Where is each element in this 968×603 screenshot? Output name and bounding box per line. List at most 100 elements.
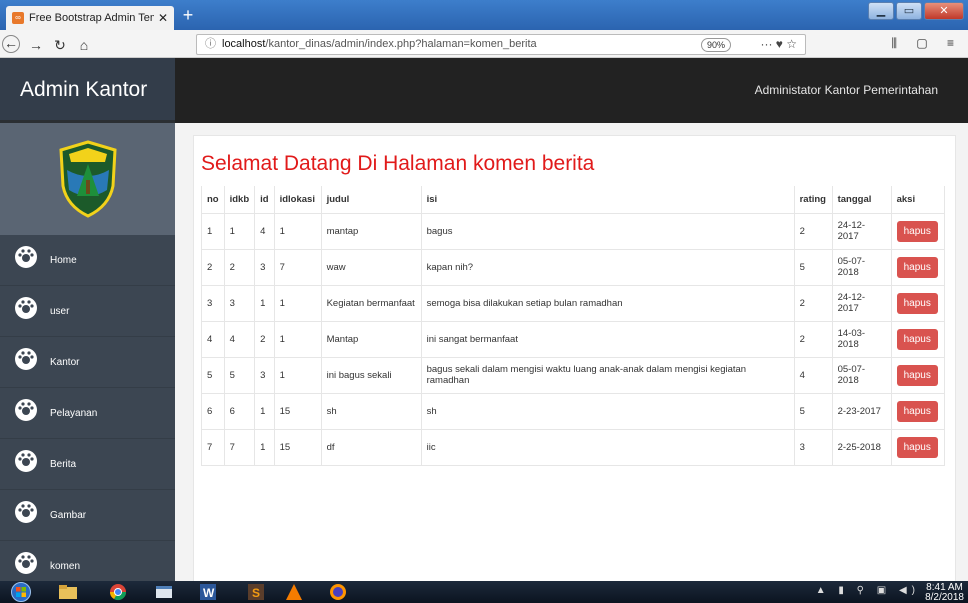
cell-judul: waw xyxy=(320,248,422,286)
hapus-button[interactable]: hapus xyxy=(896,328,938,350)
cell-aksi: hapus xyxy=(890,212,945,250)
cell-tanggal: 2-25-2018 xyxy=(831,428,892,466)
word-icon: W xyxy=(200,584,216,600)
new-tab-button[interactable]: + xyxy=(178,6,198,26)
sidebar-item-label: Gambar xyxy=(50,509,87,521)
taskbar-word[interactable]: W xyxy=(190,582,226,602)
column-header: id xyxy=(254,186,275,214)
sidebar-item-komen[interactable]: komen xyxy=(0,541,175,581)
taskbar-firefox[interactable] xyxy=(320,582,356,602)
window-close-button[interactable]: ✕ xyxy=(924,2,964,20)
page-actions-icons[interactable]: ··· ♥ ☆ xyxy=(760,35,797,54)
reload-button[interactable]: ↻ xyxy=(50,35,70,55)
sidebar-item-label: Berita xyxy=(50,458,77,470)
browser-nav-bar: ← → ↻ ⌂ ⓘ localhost/kantor_dinas/admin/in… xyxy=(0,30,968,58)
table-row: 3 3 1 1 Kegiatan bermanfaat semoga bisa … xyxy=(201,284,945,322)
hapus-button[interactable]: hapus xyxy=(896,220,938,242)
hapus-button[interactable]: hapus xyxy=(896,256,938,278)
column-header: rating xyxy=(793,186,833,214)
cell-tanggal: 2-23-2017 xyxy=(831,392,892,430)
zoom-badge[interactable]: 90% xyxy=(700,38,731,52)
cell-rating: 4 xyxy=(793,356,833,394)
home-button[interactable]: ⌂ xyxy=(74,35,94,55)
hapus-button[interactable]: hapus xyxy=(896,400,938,422)
column-header: tanggal xyxy=(831,186,892,214)
system-tray-icons[interactable]: ▲ ▮ ⚲ ▣ ◀) xyxy=(816,585,920,596)
cell-no: 5 xyxy=(201,356,225,394)
forward-button[interactable]: → xyxy=(26,35,46,55)
clock-date: 8/2/2018 xyxy=(925,592,964,603)
dashboard-gauge-icon xyxy=(15,501,37,523)
page-title: Selamat Datang Di Halaman komen berita xyxy=(201,152,595,175)
minimize-button[interactable]: ▁ xyxy=(868,2,894,20)
window-controls: ▁ ▭ ✕ xyxy=(866,2,964,20)
cell-aksi: hapus xyxy=(890,320,945,358)
cell-isi: bagus xyxy=(420,212,795,250)
dashboard-gauge-icon xyxy=(15,552,37,574)
cell-idlokasi: 15 xyxy=(273,428,322,466)
cell-aksi: hapus xyxy=(890,284,945,322)
svg-text:S: S xyxy=(252,586,260,600)
toolbar-icons[interactable]: ⫼ ▢ ≡ xyxy=(891,36,962,51)
cell-idkb: 6 xyxy=(223,392,256,430)
emblem-logo xyxy=(58,140,117,218)
chrome-icon xyxy=(109,584,127,601)
main-content: Selamat Datang Di Halaman komen berita n… xyxy=(175,123,968,585)
taskbar-chrome[interactable] xyxy=(100,582,136,602)
browser-tab-bar: ∞ Free Bootstrap Admin Templat ✕ + ▁ ▭ ✕ xyxy=(0,0,968,30)
folder-icon xyxy=(59,585,77,599)
dashboard-gauge-icon xyxy=(15,297,37,319)
cell-tanggal: 24-12-2017 xyxy=(831,212,892,250)
cell-no: 3 xyxy=(201,284,225,322)
site-info-icon[interactable]: ⓘ xyxy=(205,38,216,50)
maximize-button[interactable]: ▭ xyxy=(896,2,922,20)
table-header-row: no idkb id idlokasi judul isi rating tan… xyxy=(201,186,945,214)
dashboard-gauge-icon xyxy=(15,399,37,421)
dashboard-gauge-icon xyxy=(15,348,37,370)
column-header: idkb xyxy=(223,186,256,214)
sidebar-item-home[interactable]: Home xyxy=(0,235,175,286)
cell-idkb: 7 xyxy=(223,428,256,466)
cell-idkb: 1 xyxy=(223,212,256,250)
cell-id: 4 xyxy=(254,212,275,250)
hapus-button[interactable]: hapus xyxy=(896,364,938,386)
cell-isi: kapan nih? xyxy=(420,248,795,286)
start-button[interactable] xyxy=(2,581,40,603)
tab-close-icon[interactable]: ✕ xyxy=(158,11,168,25)
cell-idlokasi: 15 xyxy=(273,392,322,430)
back-button[interactable]: ← xyxy=(2,35,20,53)
brand-title[interactable]: Admin Kantor xyxy=(0,58,175,123)
cell-idlokasi: 1 xyxy=(273,212,322,250)
column-header: idlokasi xyxy=(273,186,322,214)
taskbar-app[interactable] xyxy=(146,582,182,602)
cell-id: 1 xyxy=(254,392,275,430)
sidebar-item-label: user xyxy=(50,305,70,317)
komen-berita-table: no idkb id idlokasi judul isi rating tan… xyxy=(201,186,945,466)
cell-tanggal: 24-12-2017 xyxy=(831,284,892,322)
cell-id: 3 xyxy=(254,356,275,394)
system-clock[interactable]: 8:41 AM 8/2/2018 xyxy=(925,583,964,603)
column-header: judul xyxy=(320,186,422,214)
sidebar-item-kantor[interactable]: Kantor xyxy=(0,337,175,388)
sidebar: Home user Kantor Pelayanan Berita Gambar… xyxy=(0,123,175,581)
hapus-button[interactable]: hapus xyxy=(896,436,938,458)
taskbar-sublime[interactable]: S xyxy=(238,582,274,602)
taskbar-explorer[interactable] xyxy=(50,582,86,602)
cell-no: 2 xyxy=(201,248,225,286)
sidebar-item-label: Home xyxy=(50,254,77,266)
sidebar-item-user[interactable]: user xyxy=(0,286,175,337)
sidebar-item-pelayanan[interactable]: Pelayanan xyxy=(0,388,175,439)
sidebar-item-berita[interactable]: Berita xyxy=(0,439,175,490)
sidebar-item-gambar[interactable]: Gambar xyxy=(0,490,175,541)
cell-idkb: 4 xyxy=(223,320,256,358)
cell-idlokasi: 1 xyxy=(273,356,322,394)
taskbar-xampp[interactable] xyxy=(276,582,312,602)
url-path: /kantor_dinas/admin/index.php?halaman=ko… xyxy=(265,38,537,50)
user-label: Administator Kantor Pemerintahan xyxy=(754,83,938,97)
hapus-button[interactable]: hapus xyxy=(896,292,938,314)
cell-tanggal: 14-03-2018 xyxy=(831,320,892,358)
browser-tab[interactable]: ∞ Free Bootstrap Admin Templat ✕ xyxy=(6,6,174,30)
address-bar[interactable]: ⓘ localhost/kantor_dinas/admin/index.php?… xyxy=(196,34,806,55)
cell-isi: sh xyxy=(420,392,795,430)
dashboard-gauge-icon xyxy=(15,246,37,268)
